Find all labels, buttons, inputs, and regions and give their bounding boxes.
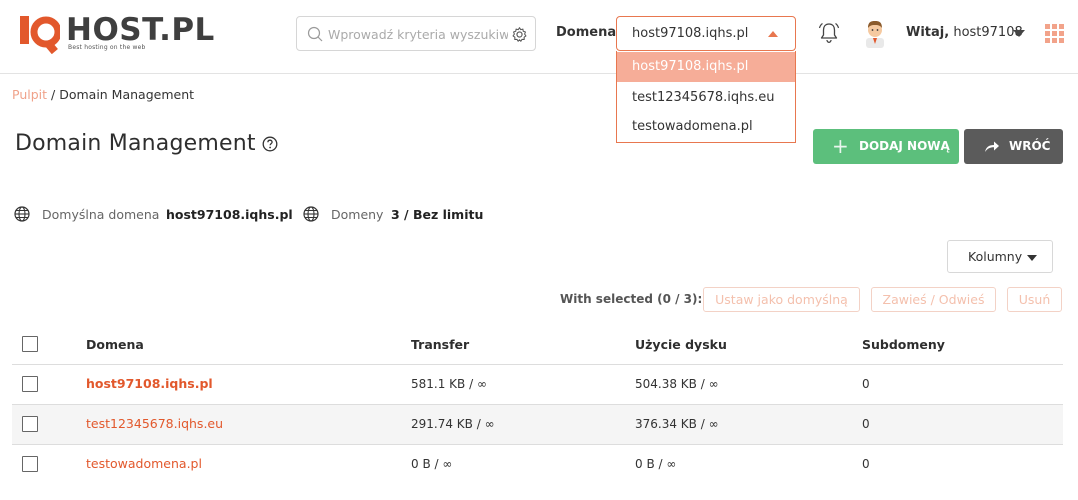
breadcrumb: Pulpit / Domain Management bbox=[12, 87, 194, 102]
logo-tagline: Best hosting on the web bbox=[68, 44, 146, 51]
user-greeting[interactable]: Witaj, host97108 bbox=[906, 25, 1023, 40]
greeting-label: Witaj, bbox=[906, 25, 950, 40]
globe-icon bbox=[303, 206, 319, 222]
subdomains-value: 0 bbox=[862, 417, 870, 431]
avatar[interactable] bbox=[862, 18, 888, 48]
breadcrumb-home-link[interactable]: Pulpit bbox=[12, 87, 47, 102]
columns-label: Kolumny bbox=[968, 249, 1023, 264]
breadcrumb-current: Domain Management bbox=[59, 87, 195, 102]
back-button[interactable]: WRÓĆ bbox=[964, 129, 1063, 164]
row-checkbox[interactable] bbox=[22, 376, 38, 392]
domains-value: 3 / Bez limitu bbox=[391, 207, 484, 222]
apps-grid-icon[interactable] bbox=[1045, 24, 1064, 43]
logo-mark-icon bbox=[20, 16, 60, 54]
domain-link[interactable]: test12345678.iqhs.eu bbox=[86, 416, 223, 431]
globe-icon bbox=[14, 206, 30, 222]
plus-icon: + bbox=[832, 134, 849, 158]
domains-label: Domeny bbox=[331, 207, 384, 222]
add-new-label: DODAJ NOWĄ bbox=[859, 139, 950, 153]
disk-usage-value: 376.34 KB / ∞ bbox=[635, 417, 719, 431]
logo[interactable]: HOST.PL Best hosting on the web bbox=[20, 12, 214, 54]
subdomains-value: 0 bbox=[862, 377, 870, 391]
suspend-button[interactable]: Zawieś / Odwieś bbox=[871, 287, 996, 312]
column-header-domain[interactable]: Domena bbox=[86, 337, 144, 352]
caret-down-icon bbox=[1027, 255, 1037, 261]
set-default-button[interactable]: Ustaw jako domyślną bbox=[703, 287, 860, 312]
chevron-down-icon[interactable] bbox=[1013, 30, 1025, 37]
subdomains-value: 0 bbox=[862, 457, 870, 471]
domain-dropdown-menu: host97108.iqhs.pl test12345678.iqhs.eu t… bbox=[616, 51, 796, 143]
disk-usage-value: 0 B / ∞ bbox=[635, 457, 677, 471]
domain-option[interactable]: test12345678.iqhs.eu bbox=[617, 83, 795, 113]
help-icon[interactable] bbox=[262, 136, 278, 152]
domain-label: Domena bbox=[556, 25, 617, 40]
domain-select[interactable]: host97108.iqhs.pl bbox=[616, 16, 796, 51]
domain-link[interactable]: testowadomena.pl bbox=[86, 456, 202, 471]
columns-button[interactable]: Kolumny bbox=[947, 240, 1053, 273]
with-selected-label: With selected (0 / 3): bbox=[560, 292, 703, 306]
domain-select-value: host97108.iqhs.pl bbox=[632, 26, 749, 41]
transfer-value: 291.74 KB / ∞ bbox=[411, 417, 495, 431]
select-all-checkbox[interactable] bbox=[22, 336, 38, 352]
row-checkbox[interactable] bbox=[22, 416, 38, 432]
domain-option[interactable]: host97108.iqhs.pl bbox=[617, 52, 795, 82]
breadcrumb-separator: / bbox=[47, 87, 60, 102]
transfer-value: 0 B / ∞ bbox=[411, 457, 453, 471]
row-checkbox[interactable] bbox=[22, 456, 38, 472]
page-title: Domain Management bbox=[15, 131, 256, 156]
row-divider bbox=[12, 404, 1063, 405]
disk-usage-value: 504.38 KB / ∞ bbox=[635, 377, 719, 391]
default-domain-label: Domyślna domena bbox=[42, 207, 160, 222]
bell-icon[interactable] bbox=[816, 20, 842, 46]
row-divider bbox=[12, 444, 1063, 445]
logo-text: HOST.PL bbox=[66, 12, 215, 48]
domain-link[interactable]: host97108.iqhs.pl bbox=[86, 376, 213, 391]
domain-option[interactable]: testowadomena.pl bbox=[617, 112, 795, 142]
delete-button[interactable]: Usuń bbox=[1007, 287, 1062, 312]
row-divider bbox=[12, 364, 1063, 365]
top-header: HOST.PL Best hosting on the web Domena h… bbox=[0, 0, 1078, 74]
default-domain-value: host97108.iqhs.pl bbox=[166, 207, 293, 222]
back-label: WRÓĆ bbox=[1009, 139, 1051, 153]
gear-icon[interactable] bbox=[511, 26, 528, 43]
transfer-value: 581.1 KB / ∞ bbox=[411, 377, 487, 391]
search-input[interactable] bbox=[328, 23, 508, 45]
column-header-subdomains[interactable]: Subdomeny bbox=[862, 337, 945, 352]
caret-up-icon bbox=[768, 31, 778, 37]
share-arrow-icon bbox=[985, 141, 999, 152]
add-new-button[interactable]: + DODAJ NOWĄ bbox=[813, 129, 959, 164]
column-header-disk-usage[interactable]: Użycie dysku bbox=[635, 337, 727, 352]
search-icon bbox=[307, 26, 323, 42]
column-header-transfer[interactable]: Transfer bbox=[411, 337, 469, 352]
search-box[interactable] bbox=[296, 16, 536, 51]
